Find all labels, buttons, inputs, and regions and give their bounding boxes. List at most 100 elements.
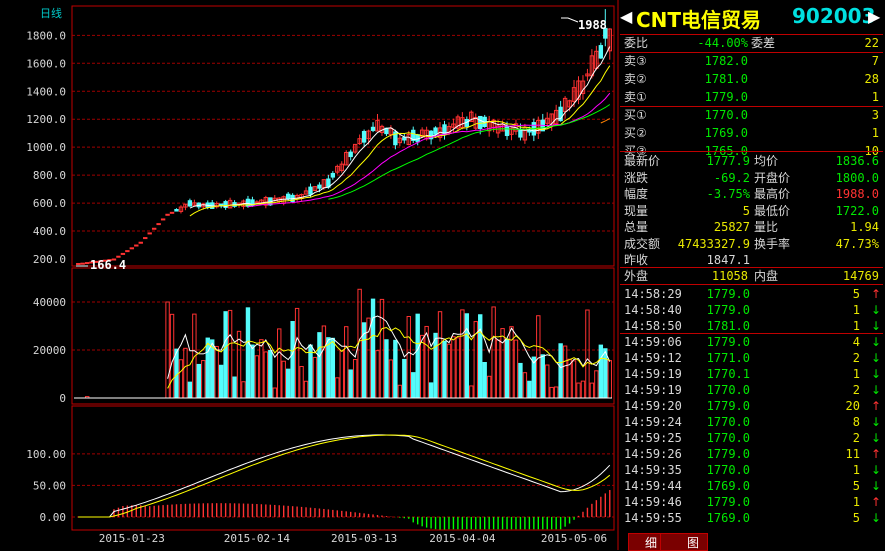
date-tick-label: 2015-04-04: [429, 532, 496, 545]
indicator-pane-frame: [71, 405, 615, 531]
quote-value-2: 47.73%: [835, 236, 879, 251]
quote-row: 幅度 -3.75% 最高价 1988.0: [620, 186, 883, 203]
down-arrow-icon: ↓: [871, 479, 882, 493]
volume-bar: [603, 348, 608, 399]
tick-time: 14:59:19: [624, 367, 682, 381]
order-volume: 1: [871, 126, 879, 140]
indicator-line-1: [78, 434, 611, 518]
volume-bar: [442, 340, 447, 399]
tick-time: 14:59:12: [624, 351, 682, 365]
candle-body: [160, 218, 166, 221]
candle-body: [308, 186, 313, 195]
tick-row[interactable]: 14:59:55 1769.0 5 ↓: [620, 510, 883, 527]
tick-row[interactable]: 14:59:44 1769.0 5 ↓: [620, 478, 883, 495]
volume-bar: [317, 332, 322, 399]
volume-bar: [594, 370, 599, 399]
commission-ratio-value: -44.00%: [697, 36, 748, 50]
volume-bar: [545, 364, 550, 399]
tick-row[interactable]: 14:58:40 1779.0 1 ↓: [620, 302, 883, 319]
quote-row: 成交额 47433327.9 换手率 47.73%: [620, 236, 883, 253]
tick-time: 14:59:24: [624, 415, 682, 429]
volume-bar: [411, 372, 416, 399]
volume-bar: [437, 311, 443, 399]
tick-price: 1770.0: [706, 415, 750, 429]
down-arrow-icon: ↓: [871, 511, 882, 525]
tick-price: 1779.0: [706, 335, 750, 349]
low-price-annotation: 166.4: [90, 258, 126, 272]
volume-bar: [352, 359, 358, 399]
candle-body: [125, 250, 130, 253]
volume-bar: [553, 386, 559, 399]
volume-bar: [201, 360, 206, 399]
tick-row[interactable]: 14:59:26 1779.0 11 ↑: [620, 446, 883, 463]
quote-value-2: 1722.0: [835, 203, 879, 218]
tick-row[interactable]: 14:59:12 1771.0 2 ↓: [620, 350, 883, 367]
volume-bar: [335, 377, 340, 399]
volume-bar: [406, 316, 411, 399]
quote-label: 最新价: [624, 154, 661, 168]
tick-price: 1769.0: [706, 479, 750, 493]
candle-body: [134, 244, 139, 247]
volume-bar: [518, 362, 523, 399]
quote-label-2: 最低价: [754, 203, 791, 218]
tick-row[interactable]: 14:59:24 1770.0 8 ↓: [620, 414, 883, 431]
volume-bar: [495, 339, 501, 399]
volume-bar: [303, 380, 309, 399]
tick-row[interactable]: 14:58:29 1779.0 5 ↑: [620, 286, 883, 303]
volume-bar: [540, 354, 545, 399]
tick-row[interactable]: 14:59:06 1779.0 4 ↓: [620, 334, 883, 351]
tick-row[interactable]: 14:59:25 1770.0 2 ↓: [620, 430, 883, 447]
price-tick-label: 1600.0: [26, 57, 66, 70]
tick-volume: 2: [852, 383, 860, 397]
candle-body: [84, 262, 90, 265]
candle-body: [348, 151, 353, 158]
quote-value-2: 1836.6: [835, 154, 879, 168]
date-tick-label: 2015-05-06: [541, 532, 607, 545]
volume-bar: [388, 359, 394, 399]
next-stock-arrow-icon[interactable]: ▶: [868, 7, 880, 26]
outer-inner-row: 外盘 11058 内盘 14769: [620, 268, 883, 285]
candle-body: [330, 172, 336, 178]
volume-bar: [384, 339, 389, 399]
tab-detail-label: 细: [645, 536, 658, 550]
tab-chart[interactable]: 图: [660, 533, 708, 551]
prev-stock-arrow-icon[interactable]: ◀: [620, 7, 632, 26]
quote-label-2: 均价: [754, 154, 779, 168]
volume-bar: [562, 345, 568, 399]
volume-bar: [460, 309, 465, 399]
volume-bar: [585, 309, 590, 399]
price-pane-frame: [71, 5, 615, 267]
candle-body: [80, 262, 85, 265]
candle-body: [147, 232, 152, 235]
volume-bar: [433, 332, 438, 399]
volume-bar: [536, 315, 541, 399]
quote-value-2: 1.94: [850, 220, 879, 234]
quote-value: -3.75%: [706, 187, 750, 201]
down-arrow-icon: ↓: [871, 351, 882, 365]
quote-value: 25827: [713, 220, 750, 234]
tick-row[interactable]: 14:59:46 1779.0 1 ↑: [620, 494, 883, 511]
tick-row[interactable]: 14:59:20 1779.0 20 ↑: [620, 398, 883, 415]
volume-bar: [549, 386, 554, 399]
volume-bar: [236, 330, 242, 399]
quote-label-2: 换手率: [754, 236, 791, 251]
tick-row[interactable]: 14:59:19 1770.0 2 ↓: [620, 382, 883, 399]
volume-bar: [415, 313, 420, 399]
candle-body: [129, 247, 135, 250]
tick-price: 1770.0: [706, 463, 750, 477]
volume-tick-label: 40000: [33, 296, 66, 309]
inner-value: 14769: [842, 269, 879, 283]
tick-row[interactable]: 14:59:35 1770.0 1 ↓: [620, 462, 883, 479]
order-volume: 28: [864, 72, 879, 86]
volume-bar: [178, 359, 184, 399]
candle-body: [598, 45, 604, 59]
tick-volume: 20: [845, 399, 860, 413]
candle-body: [370, 126, 376, 131]
volume-bar: [446, 343, 452, 399]
quote-value: -69.2: [713, 170, 750, 185]
order-label: 委比: [624, 36, 649, 50]
tick-row[interactable]: 14:59:19 1770.1 1 ↓: [620, 366, 883, 383]
volume-bar: [428, 382, 434, 399]
candle-body: [76, 262, 81, 265]
volume-bar: [482, 361, 487, 399]
